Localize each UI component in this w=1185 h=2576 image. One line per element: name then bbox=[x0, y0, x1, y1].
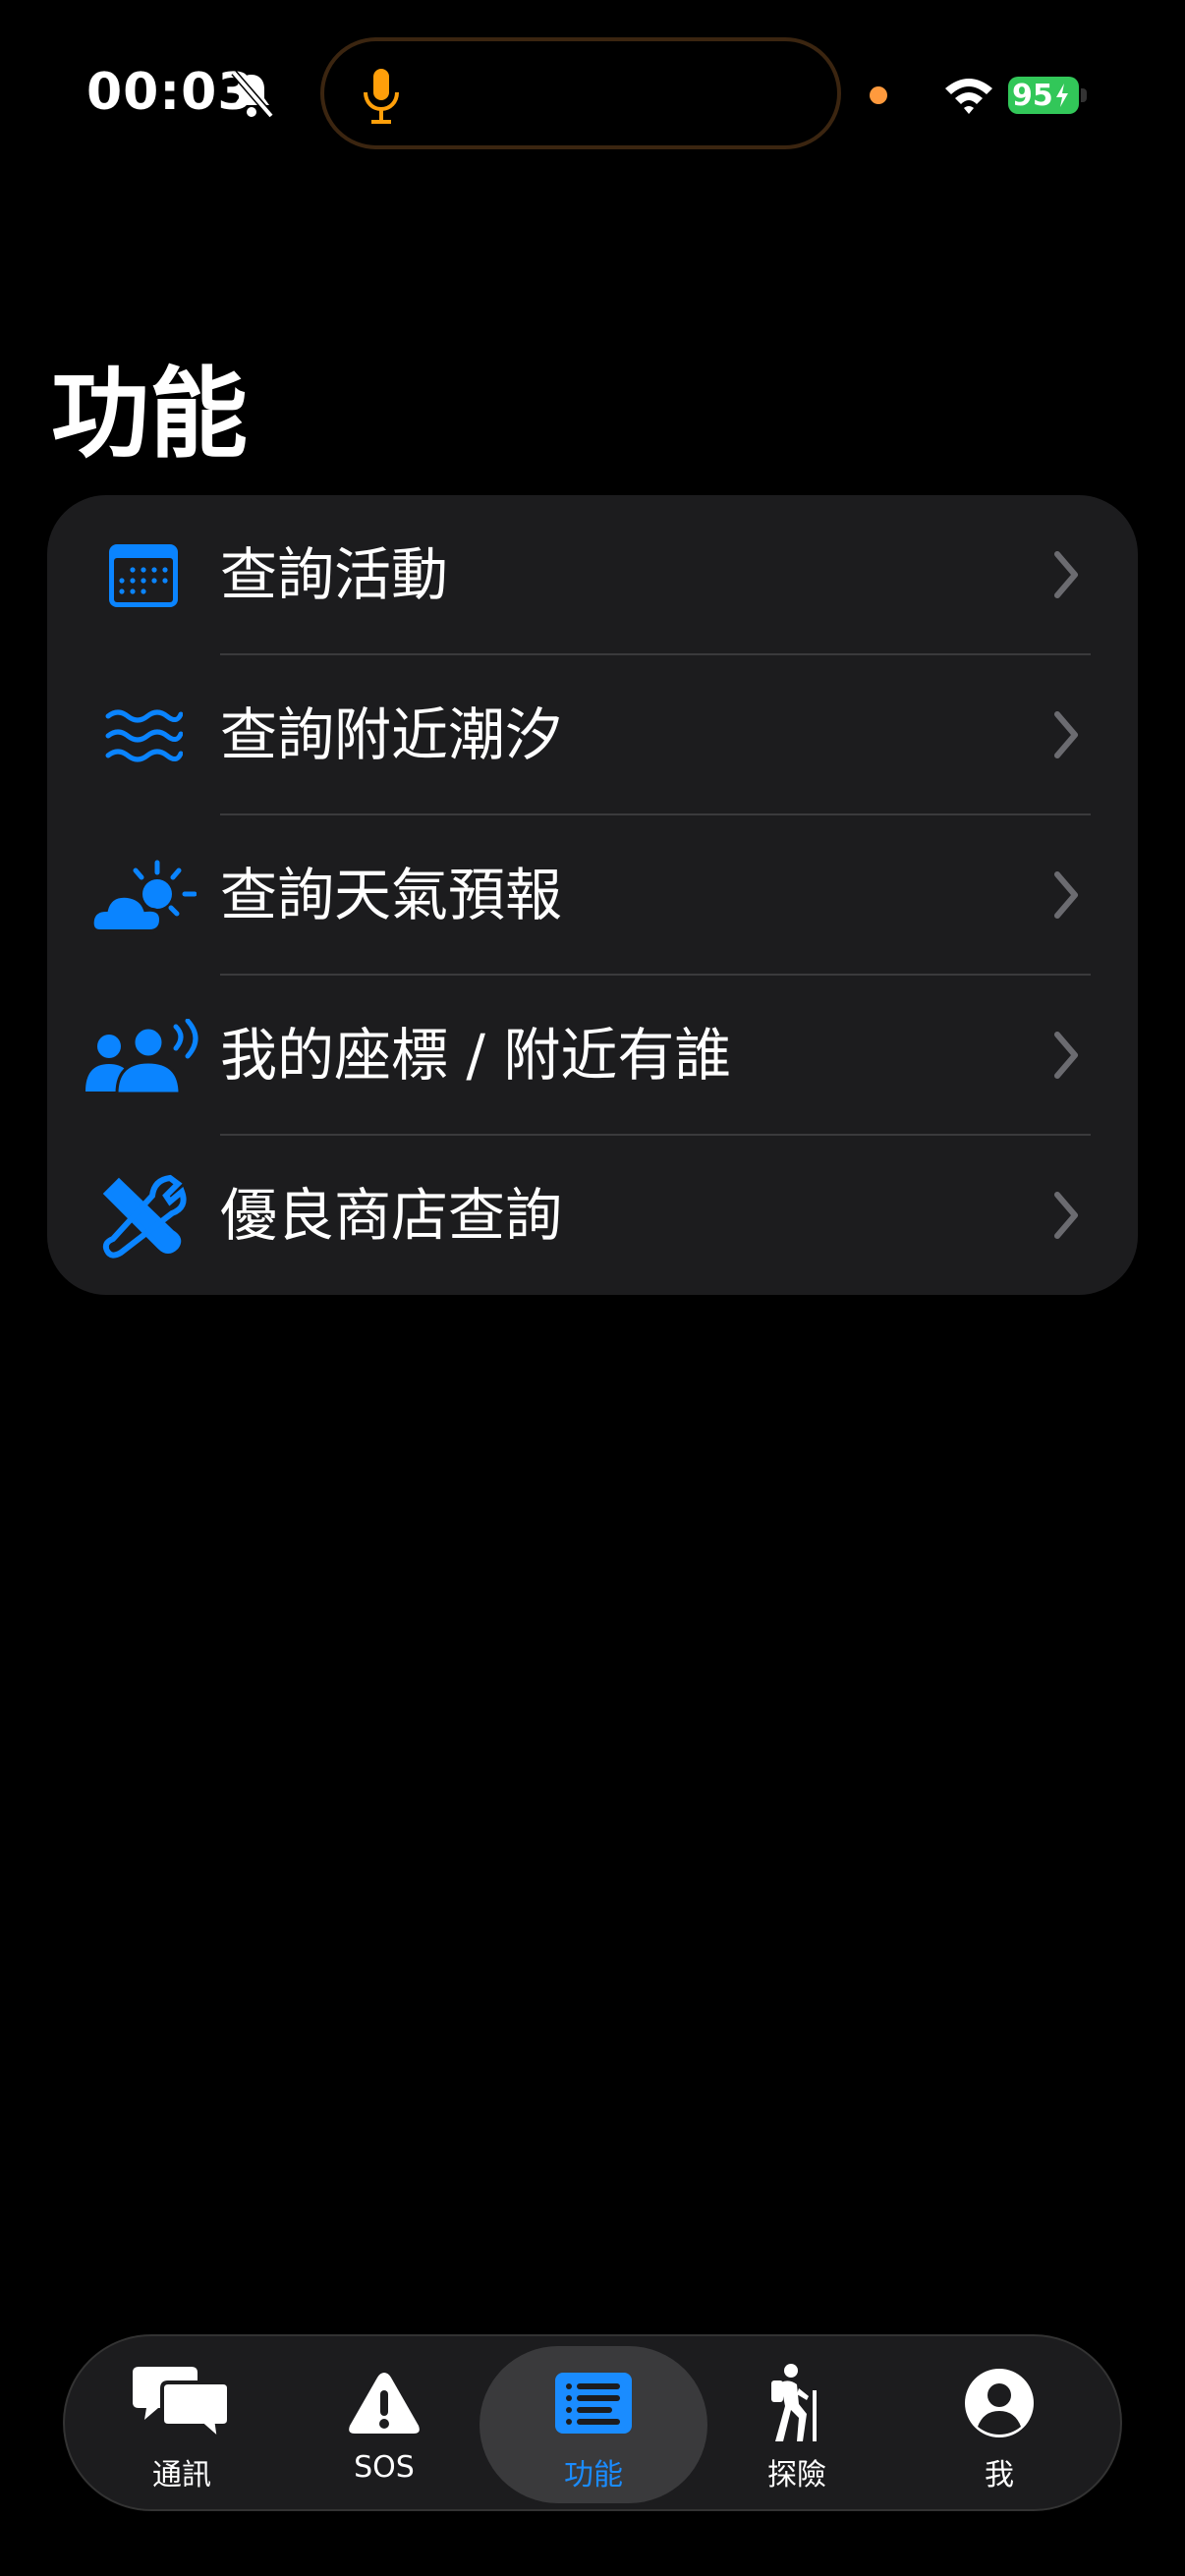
chevron-right-icon bbox=[1054, 1032, 1078, 1079]
waves-icon bbox=[105, 709, 183, 761]
charging-bolt-icon bbox=[1055, 84, 1068, 107]
tools-icon bbox=[102, 1174, 187, 1259]
chevron-right-icon bbox=[1054, 1192, 1078, 1239]
list-item-coordinates[interactable]: 我的座標 / 附近有誰 bbox=[47, 976, 1138, 1136]
warning-icon bbox=[349, 2373, 420, 2434]
tab-label: 探險 bbox=[767, 2458, 826, 2492]
chevron-right-icon bbox=[1054, 711, 1078, 758]
list-item-label: 查詢天氣預報 bbox=[220, 862, 563, 928]
feature-list: 查詢活動 查詢附近潮汐 查詢天氣預報 我的座標 / 附近有誰 優良商店查詢 bbox=[47, 495, 1138, 1295]
calendar-icon bbox=[109, 543, 178, 607]
dynamic-island bbox=[320, 37, 841, 149]
tab-features[interactable]: 功能 bbox=[492, 2336, 695, 2509]
tab-label: 功能 bbox=[564, 2458, 623, 2492]
chevron-right-icon bbox=[1054, 551, 1078, 598]
tab-label: 我 bbox=[985, 2458, 1014, 2492]
bell-muted-icon bbox=[231, 70, 274, 119]
chat-bubbles-icon bbox=[133, 2367, 231, 2443]
list-item-label: 優良商店查詢 bbox=[220, 1182, 563, 1249]
battery-indicator: 95 bbox=[1008, 77, 1079, 114]
list-item-label: 查詢活動 bbox=[220, 541, 449, 608]
list-item-events[interactable]: 查詢活動 bbox=[47, 495, 1138, 655]
privacy-indicator-dot bbox=[870, 86, 887, 104]
list-item-label: 我的座標 / 附近有誰 bbox=[220, 1022, 732, 1089]
battery-cap bbox=[1081, 88, 1087, 102]
battery-level: 95 bbox=[1012, 78, 1053, 113]
list-icon bbox=[555, 2373, 632, 2434]
list-item-shops[interactable]: 優良商店查詢 bbox=[47, 1136, 1138, 1295]
tab-label: SOS bbox=[354, 2450, 415, 2485]
people-broadcast-icon bbox=[85, 1018, 198, 1093]
microphone-icon bbox=[364, 69, 399, 124]
wifi-icon bbox=[945, 79, 992, 114]
list-item-label: 查詢附近潮汐 bbox=[220, 701, 563, 768]
cloud-sun-icon bbox=[90, 860, 197, 933]
chevron-right-icon bbox=[1054, 871, 1078, 919]
tab-sos[interactable]: SOS bbox=[283, 2336, 485, 2509]
tab-label: 通訊 bbox=[152, 2458, 211, 2492]
tab-messages[interactable]: 通訊 bbox=[81, 2336, 283, 2509]
list-item-tides[interactable]: 查詢附近潮汐 bbox=[47, 655, 1138, 815]
person-circle-icon bbox=[965, 2369, 1034, 2437]
list-item-weather[interactable]: 查詢天氣預報 bbox=[47, 815, 1138, 976]
tab-bar: 通訊 SOS 功能 探險 我 bbox=[63, 2334, 1122, 2511]
page-title: 功能 bbox=[51, 357, 248, 472]
hiker-icon bbox=[771, 2364, 817, 2441]
tab-adventure[interactable]: 探險 bbox=[696, 2336, 898, 2509]
tab-me[interactable]: 我 bbox=[898, 2336, 1100, 2509]
